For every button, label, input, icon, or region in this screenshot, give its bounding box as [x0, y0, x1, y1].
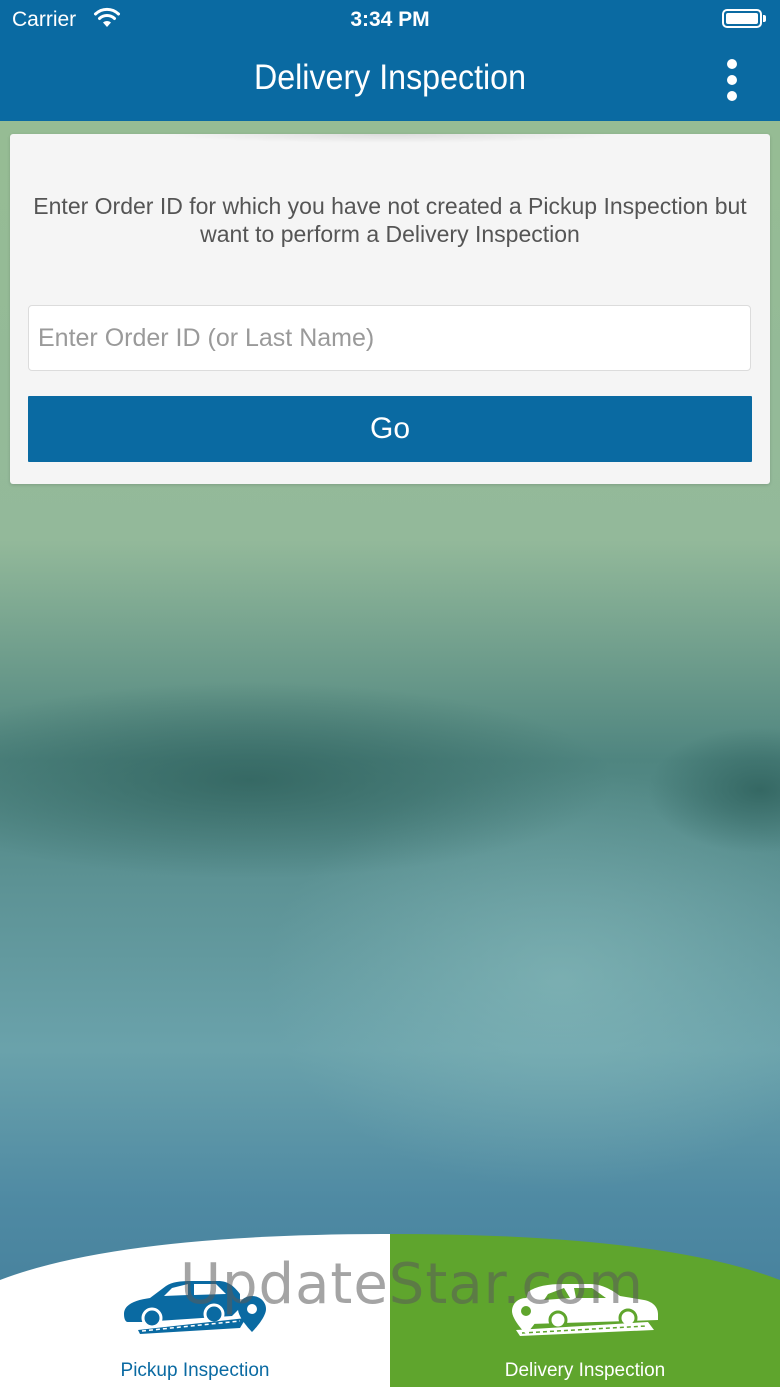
status-bar: Carrier 3:34 PM — [0, 0, 780, 40]
go-button[interactable]: Go — [28, 396, 752, 462]
clock: 3:34 PM — [350, 8, 430, 31]
car-delivery-icon — [512, 1284, 658, 1336]
tab-delivery-inspection[interactable]: Delivery Inspection — [390, 1230, 780, 1387]
instructions-text: Enter Order ID for which you have not cr… — [33, 193, 747, 247]
more-vertical-icon[interactable] — [712, 52, 752, 108]
page-title: Delivery Inspection — [253, 58, 527, 97]
menu-dot — [727, 91, 737, 101]
car-pickup-icon — [124, 1281, 266, 1334]
bottom-tab-bar: Pickup Inspection Delivery Inspection — [0, 1230, 780, 1387]
navigation-bar: Delivery Inspection — [0, 40, 780, 121]
tab-pickup-inspection[interactable]: Pickup Inspection — [0, 1230, 390, 1387]
menu-dot — [727, 75, 737, 85]
order-id-input[interactable] — [28, 305, 751, 371]
order-search-card: Enter Order ID for which you have not cr… — [10, 134, 770, 484]
menu-dot — [727, 59, 737, 69]
tab-label-delivery: Delivery Inspection — [504, 1360, 666, 1381]
tab-label-pickup: Pickup Inspection — [120, 1360, 270, 1381]
battery-icon — [722, 9, 766, 28]
card-divider-shadow — [160, 134, 620, 152]
